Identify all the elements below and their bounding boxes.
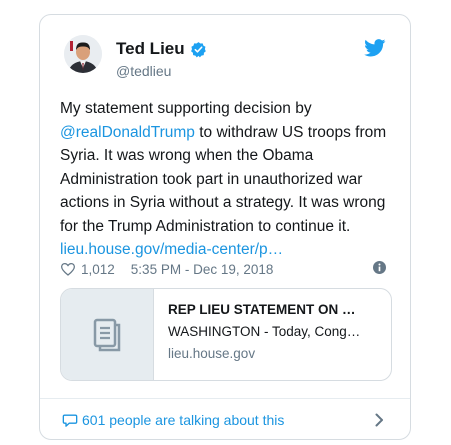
link-preview-card[interactable]: REP LIEU STATEMENT ON … WASHINGTON - Tod…: [60, 288, 392, 381]
tweet-url-link[interactable]: lieu.house.gov/media-center/p…: [60, 241, 283, 258]
link-preview-domain: lieu.house.gov: [168, 346, 256, 361]
heart-icon[interactable]: [60, 262, 76, 276]
tweet-text-start: My statement supporting decision by: [60, 100, 312, 117]
link-thumbnail: [61, 289, 154, 380]
author-name-row[interactable]: Ted Lieu: [116, 39, 207, 59]
tweet-text: My statement supporting decision by @rea…: [60, 97, 396, 262]
author-handle[interactable]: @tedlieu: [116, 63, 171, 79]
conversation-count-text[interactable]: 601 people are talking about this: [82, 412, 284, 428]
mention-link[interactable]: @realDonaldTrump: [60, 124, 195, 141]
link-preview-body: REP LIEU STATEMENT ON … WASHINGTON - Tod…: [154, 289, 390, 380]
twitter-bird-icon[interactable]: [364, 39, 386, 57]
info-icon[interactable]: [373, 261, 386, 274]
document-icon: [93, 318, 121, 351]
link-preview-description: WASHINGTON - Today, Cong…: [168, 324, 361, 339]
link-preview-title: REP LIEU STATEMENT ON …: [168, 302, 356, 317]
chevron-right-icon[interactable]: [375, 413, 384, 427]
author-name[interactable]: Ted Lieu: [116, 39, 185, 59]
tweet-meta: 1,012 5:35 PM - Dec 19, 2018: [60, 259, 386, 279]
tweet-card: Ted Lieu @tedlieu My statement supportin…: [39, 14, 411, 440]
verified-badge-icon: [190, 41, 207, 58]
avatar[interactable]: [64, 35, 102, 73]
like-count[interactable]: 1,012: [81, 262, 115, 277]
conversation-link[interactable]: 601 people are talking about this: [62, 410, 390, 430]
speech-bubble-icon: [62, 413, 78, 428]
divider: [40, 398, 410, 399]
tweet-timestamp[interactable]: 5:35 PM - Dec 19, 2018: [131, 262, 274, 277]
